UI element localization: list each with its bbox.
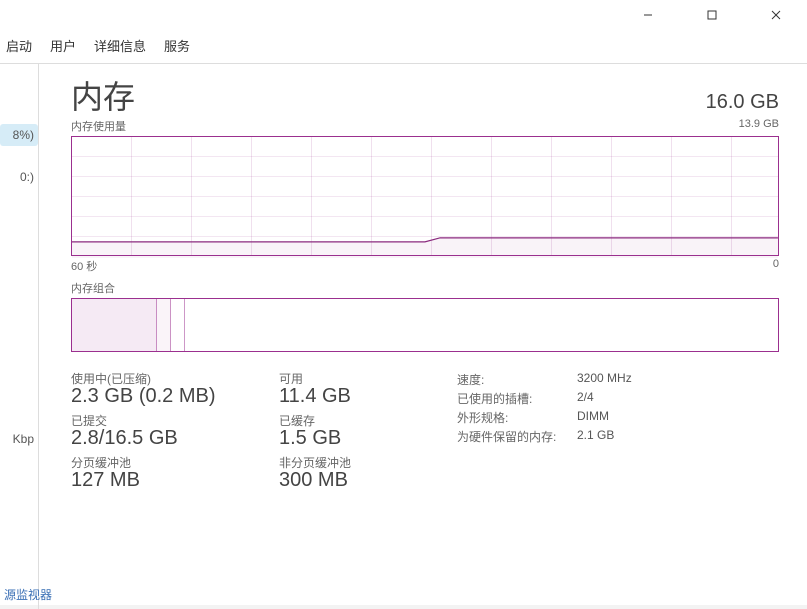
usage-chart-label: 内存使用量 [71,118,126,134]
sidebar: 8%) 0:) Kbp [0,64,38,609]
sidebar-item-memory-fragment[interactable]: 8%) [0,124,38,146]
usage-chart-ymax: 13.9 GB [739,118,779,134]
composition-seg-free [185,299,778,351]
spec-reserved-value: 2.1 GB [577,428,779,445]
usage-line-path [72,137,778,258]
stat-inuse-value: 2.3 GB (0.2 MB) [71,385,261,408]
tab-details[interactable]: 详细信息 [92,34,148,57]
spec-form-label: 外形规格: [457,409,577,426]
sidebar-item-network-fragment[interactable]: Kbp [9,428,38,450]
composition-chart [71,298,779,352]
stats-grid: 使用中(已压缩) 2.3 GB (0.2 MB) 可用 11.4 GB 速度:3… [71,370,779,492]
usage-chart-xleft: 60 秒 [71,258,97,274]
tabs-row: 启动 用户 详细信息 服务 [0,30,807,64]
usage-chart [71,136,779,256]
stat-committed-value: 2.8/16.5 GB [71,427,261,450]
tab-services[interactable]: 服务 [162,34,192,57]
spec-form-value: DIMM [577,409,779,426]
resource-monitor-link[interactable]: 源监视器 [4,586,52,603]
tab-users[interactable]: 用户 [48,34,78,57]
stat-paged-value: 127 MB [71,469,261,492]
main-panel: 内存 16.0 GB 内存使用量 13.9 GB 60 秒 0 内存组合 [38,64,807,609]
spec-slots-label: 已使用的插槽: [457,390,577,407]
sidebar-item-disk-fragment[interactable]: 0:) [16,166,38,188]
spec-slots-value: 2/4 [577,390,779,407]
composition-seg-modified [157,299,171,351]
maximize-button[interactable] [689,0,735,30]
close-button[interactable] [753,0,799,30]
stat-available-value: 11.4 GB [279,385,439,408]
tab-startup[interactable]: 启动 [4,34,34,57]
spec-speed-value: 3200 MHz [577,371,779,388]
composition-label: 内存组合 [71,280,779,296]
usage-chart-xright: 0 [773,258,779,274]
page-title: 内存 [71,72,135,118]
spec-reserved-label: 为硬件保留的内存: [457,428,577,445]
titlebar [0,0,807,30]
composition-seg-standby [171,299,185,351]
minimize-button[interactable] [625,0,671,30]
task-manager-window: 启动 用户 详细信息 服务 8%) 0:) Kbp 内存 16.0 GB 内存使… [0,0,807,605]
stat-cached-value: 1.5 GB [279,427,439,450]
composition-seg-in-use [72,299,157,351]
stat-nonpaged-value: 300 MB [279,469,439,492]
spec-speed-label: 速度: [457,371,577,388]
memory-total: 16.0 GB [706,91,779,114]
